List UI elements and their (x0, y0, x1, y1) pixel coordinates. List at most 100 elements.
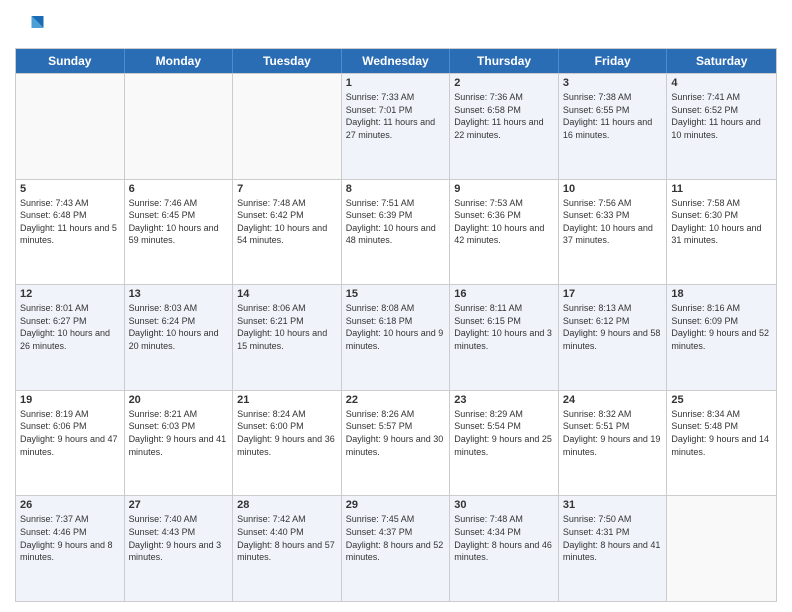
day-number: 19 (20, 394, 120, 406)
day-info: Sunrise: 7:51 AM Sunset: 6:39 PM Dayligh… (346, 197, 446, 247)
day-number: 29 (346, 499, 446, 511)
calendar-cell: 20Sunrise: 8:21 AM Sunset: 6:03 PM Dayli… (125, 391, 234, 496)
calendar-cell: 8 Sunrise: 7:51 AM Sunset: 6:39 PM Daylig… (342, 180, 451, 285)
day-number: 7 (237, 183, 337, 195)
calendar-cell: 11 Sunrise: 7:58 AM Sunset: 6:30 PM Dayli… (667, 180, 776, 285)
day-info: Sunrise: 8:13 AM Sunset: 6:12 PM Dayligh… (563, 302, 663, 352)
calendar-cell: 30 Sunrise: 7:48 AM Sunset: 4:34 PM Dayli… (450, 496, 559, 601)
day-info: Sunrise: 7:58 AM Sunset: 6:30 PM Dayligh… (671, 197, 772, 247)
day-info: Sunrise: 8:34 AM Sunset: 5:48 PM Dayligh… (671, 408, 772, 458)
header-day-friday: Friday (559, 49, 668, 73)
day-info: Sunrise: 7:38 AM Sunset: 6:55 PM Dayligh… (563, 91, 663, 141)
day-number: 15 (346, 288, 446, 300)
day-info: Sunrise: 7:41 AM Sunset: 6:52 PM Dayligh… (671, 91, 772, 141)
day-number: 24 (563, 394, 663, 406)
day-info: Sunrise: 7:33 AM Sunset: 7:01 PM Dayligh… (346, 91, 446, 141)
calendar-cell: 4 Sunrise: 7:41 AM Sunset: 6:52 PM Daylig… (667, 74, 776, 179)
day-number: 28 (237, 499, 337, 511)
calendar-cell (16, 74, 125, 179)
calendar: SundayMondayTuesdayWednesdayThursdayFrid… (15, 48, 777, 602)
day-info: Sunrise: 8:29 AM Sunset: 5:54 PM Dayligh… (454, 408, 554, 458)
header (15, 10, 777, 40)
day-info: Sunrise: 7:48 AM Sunset: 4:34 PM Dayligh… (454, 513, 554, 563)
logo (15, 10, 49, 40)
header-day-wednesday: Wednesday (342, 49, 451, 73)
calendar-cell: 29Sunrise: 7:45 AM Sunset: 4:37 PM Dayli… (342, 496, 451, 601)
calendar-cell: 13 Sunrise: 8:03 AM Sunset: 6:24 PM Dayli… (125, 285, 234, 390)
calendar-cell: 14 Sunrise: 8:06 AM Sunset: 6:21 PM Dayli… (233, 285, 342, 390)
header-day-thursday: Thursday (450, 49, 559, 73)
day-number: 20 (129, 394, 229, 406)
day-info: Sunrise: 8:03 AM Sunset: 6:24 PM Dayligh… (129, 302, 229, 352)
calendar-cell: 15 Sunrise: 8:08 AM Sunset: 6:18 PM Dayli… (342, 285, 451, 390)
calendar-cell: 6Sunrise: 7:46 AM Sunset: 6:45 PM Daylig… (125, 180, 234, 285)
day-number: 14 (237, 288, 337, 300)
calendar-cell: 19 Sunrise: 8:19 AM Sunset: 6:06 PM Dayli… (16, 391, 125, 496)
calendar-cell (667, 496, 776, 601)
day-number: 27 (129, 499, 229, 511)
day-info: Sunrise: 8:32 AM Sunset: 5:51 PM Dayligh… (563, 408, 663, 458)
calendar-cell: 9 Sunrise: 7:53 AM Sunset: 6:36 PM Daylig… (450, 180, 559, 285)
day-info: Sunrise: 7:48 AM Sunset: 6:42 PM Dayligh… (237, 197, 337, 247)
day-number: 4 (671, 77, 772, 89)
calendar-week-1: 1 Sunrise: 7:33 AM Sunset: 7:01 PM Daylig… (16, 73, 776, 179)
day-info: Sunrise: 8:16 AM Sunset: 6:09 PM Dayligh… (671, 302, 772, 352)
calendar-cell (125, 74, 234, 179)
day-number: 9 (454, 183, 554, 195)
calendar-cell: 28 Sunrise: 7:42 AM Sunset: 4:40 PM Dayli… (233, 496, 342, 601)
page: SundayMondayTuesdayWednesdayThursdayFrid… (0, 0, 792, 612)
calendar-cell: 22Sunrise: 8:26 AM Sunset: 5:57 PM Dayli… (342, 391, 451, 496)
calendar-cell: 24 Sunrise: 8:32 AM Sunset: 5:51 PM Dayli… (559, 391, 668, 496)
day-number: 1 (346, 77, 446, 89)
day-info: Sunrise: 8:24 AM Sunset: 6:00 PM Dayligh… (237, 408, 337, 458)
day-info: Sunrise: 8:19 AM Sunset: 6:06 PM Dayligh… (20, 408, 120, 458)
day-number: 17 (563, 288, 663, 300)
day-number: 25 (671, 394, 772, 406)
day-info: Sunrise: 7:53 AM Sunset: 6:36 PM Dayligh… (454, 197, 554, 247)
calendar-week-2: 5 Sunrise: 7:43 AM Sunset: 6:48 PM Daylig… (16, 179, 776, 285)
calendar-week-3: 12 Sunrise: 8:01 AM Sunset: 6:27 PM Dayli… (16, 284, 776, 390)
calendar-cell: 7 Sunrise: 7:48 AM Sunset: 6:42 PM Daylig… (233, 180, 342, 285)
day-number: 22 (346, 394, 446, 406)
calendar-header: SundayMondayTuesdayWednesdayThursdayFrid… (16, 49, 776, 73)
calendar-cell: 18 Sunrise: 8:16 AM Sunset: 6:09 PM Dayli… (667, 285, 776, 390)
day-number: 11 (671, 183, 772, 195)
day-info: Sunrise: 7:43 AM Sunset: 6:48 PM Dayligh… (20, 197, 120, 247)
calendar-week-5: 26Sunrise: 7:37 AM Sunset: 4:46 PM Dayli… (16, 495, 776, 601)
day-info: Sunrise: 8:06 AM Sunset: 6:21 PM Dayligh… (237, 302, 337, 352)
day-info: Sunrise: 8:01 AM Sunset: 6:27 PM Dayligh… (20, 302, 120, 352)
day-info: Sunrise: 7:40 AM Sunset: 4:43 PM Dayligh… (129, 513, 229, 563)
calendar-cell: 25 Sunrise: 8:34 AM Sunset: 5:48 PM Dayli… (667, 391, 776, 496)
day-number: 8 (346, 183, 446, 195)
day-number: 13 (129, 288, 229, 300)
calendar-body: 1 Sunrise: 7:33 AM Sunset: 7:01 PM Daylig… (16, 73, 776, 601)
calendar-cell: 23 Sunrise: 8:29 AM Sunset: 5:54 PM Dayli… (450, 391, 559, 496)
calendar-cell: 17 Sunrise: 8:13 AM Sunset: 6:12 PM Dayli… (559, 285, 668, 390)
calendar-week-4: 19 Sunrise: 8:19 AM Sunset: 6:06 PM Dayli… (16, 390, 776, 496)
day-number: 26 (20, 499, 120, 511)
calendar-cell: 21 Sunrise: 8:24 AM Sunset: 6:00 PM Dayli… (233, 391, 342, 496)
day-info: Sunrise: 7:50 AM Sunset: 4:31 PM Dayligh… (563, 513, 663, 563)
calendar-cell: 10 Sunrise: 7:56 AM Sunset: 6:33 PM Dayli… (559, 180, 668, 285)
calendar-cell: 2Sunrise: 7:36 AM Sunset: 6:58 PM Daylig… (450, 74, 559, 179)
day-info: Sunrise: 7:42 AM Sunset: 4:40 PM Dayligh… (237, 513, 337, 563)
day-number: 12 (20, 288, 120, 300)
header-day-saturday: Saturday (667, 49, 776, 73)
header-day-tuesday: Tuesday (233, 49, 342, 73)
day-number: 16 (454, 288, 554, 300)
day-number: 23 (454, 394, 554, 406)
day-number: 21 (237, 394, 337, 406)
day-number: 10 (563, 183, 663, 195)
calendar-cell: 27 Sunrise: 7:40 AM Sunset: 4:43 PM Dayli… (125, 496, 234, 601)
calendar-cell: 3Sunrise: 7:38 AM Sunset: 6:55 PM Daylig… (559, 74, 668, 179)
calendar-cell: 26Sunrise: 7:37 AM Sunset: 4:46 PM Dayli… (16, 496, 125, 601)
day-info: Sunrise: 7:56 AM Sunset: 6:33 PM Dayligh… (563, 197, 663, 247)
day-info: Sunrise: 8:08 AM Sunset: 6:18 PM Dayligh… (346, 302, 446, 352)
calendar-cell: 5 Sunrise: 7:43 AM Sunset: 6:48 PM Daylig… (16, 180, 125, 285)
calendar-cell: 31Sunrise: 7:50 AM Sunset: 4:31 PM Dayli… (559, 496, 668, 601)
calendar-cell: 16Sunrise: 8:11 AM Sunset: 6:15 PM Dayli… (450, 285, 559, 390)
calendar-cell: 1 Sunrise: 7:33 AM Sunset: 7:01 PM Daylig… (342, 74, 451, 179)
day-number: 30 (454, 499, 554, 511)
day-number: 18 (671, 288, 772, 300)
day-number: 5 (20, 183, 120, 195)
